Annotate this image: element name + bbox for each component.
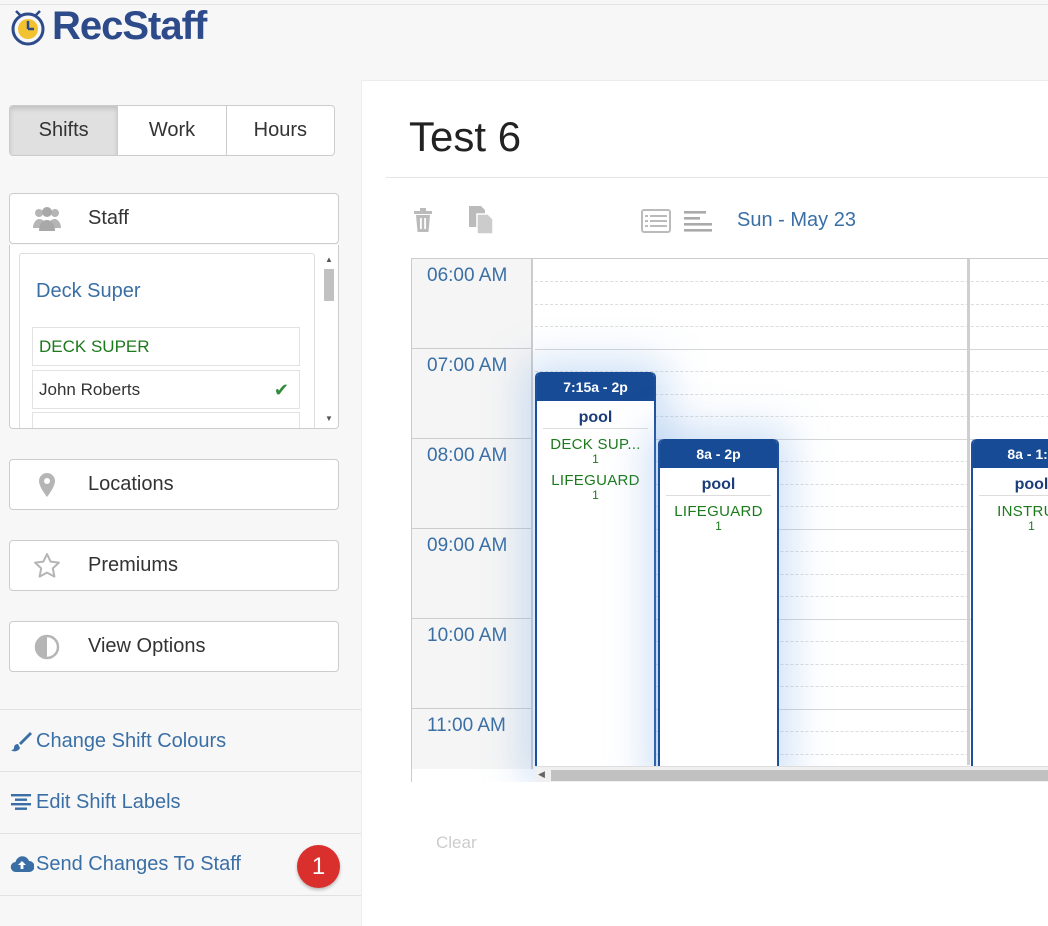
align-center-icon [10, 793, 36, 811]
shift-block[interactable]: 8a - 2p pool LIFEGUARD 1 [658, 439, 779, 779]
time-label: 06:00 AM [427, 265, 508, 286]
tab-work[interactable]: Work [118, 106, 227, 155]
paintbrush-icon [10, 730, 36, 752]
time-label: 08:00 AM [427, 445, 508, 466]
scroll-down-arrow-icon[interactable]: ▼ [325, 414, 333, 423]
pending-changes-badge: 1 [297, 845, 340, 888]
send-changes-link[interactable]: Send Changes To Staff [10, 849, 241, 879]
list-view-icon[interactable] [641, 209, 671, 238]
divider [0, 771, 361, 772]
staff-list-scrollbar[interactable]: ▲ ▼ [322, 253, 336, 425]
cloud-upload-icon [10, 855, 36, 873]
shift-position: LIFEGUARD [551, 472, 640, 489]
staff-name: John Roberts [39, 379, 141, 399]
divider [0, 895, 361, 896]
scroll-left-arrow-icon[interactable]: ◀ [538, 769, 545, 780]
shift-time: 7:15a - 2p [537, 372, 654, 401]
calendar-horizontal-scrollbar[interactable]: ◀ [535, 766, 1048, 782]
shift-position: LIFEGUARD [674, 503, 763, 520]
edit-shift-labels-label: Edit Shift Labels [36, 790, 181, 813]
time-slot: 06:00 AM [412, 259, 533, 349]
staff-panel-button[interactable]: Staff [9, 193, 339, 244]
premiums-label: Premiums [88, 554, 179, 576]
map-pin-icon [10, 472, 84, 498]
column-divider [967, 259, 970, 765]
staff-row[interactable]: John Roberts ✔ [32, 370, 300, 409]
scroll-thumb[interactable] [324, 269, 334, 301]
tab-shifts[interactable]: Shifts [10, 106, 119, 155]
view-tabs: Shifts Work Hours [9, 105, 335, 156]
time-column: 06:00 AM 07:00 AM 08:00 AM 09:00 AM 10:0… [412, 259, 533, 769]
edit-shift-labels-link[interactable]: Edit Shift Labels [10, 787, 181, 817]
time-label: 09:00 AM [427, 535, 508, 556]
shift-location: pool [666, 476, 771, 496]
view-options-label: View Options [88, 635, 206, 657]
grid-line [535, 281, 1048, 282]
time-slot: 10:00 AM [412, 619, 533, 709]
title-divider [386, 177, 1048, 178]
time-label: 07:00 AM [427, 355, 508, 376]
time-slot: 11:00 AM [412, 709, 533, 782]
change-shift-colours-label: Change Shift Colours [36, 729, 227, 752]
send-changes-label: Send Changes To Staff [36, 852, 241, 875]
staff-list: Deck Super DECK SUPER John Roberts ✔ [19, 253, 315, 428]
shift-location: pool [979, 476, 1048, 496]
recstaff-logo[interactable]: RecStaff [8, 4, 207, 48]
staff-row[interactable] [32, 412, 300, 428]
shift-position: INSTRUC [997, 503, 1048, 520]
time-slot: 08:00 AM [412, 439, 533, 529]
contrast-icon [10, 634, 84, 660]
logo-clock-icon [11, 10, 45, 46]
shift-location: pool [543, 409, 648, 429]
shift-time: 8a - 2p [660, 439, 777, 468]
grid-line [535, 304, 1048, 305]
time-label: 11:00 AM [427, 715, 506, 736]
logo-text: RecStaff [52, 4, 207, 48]
shift-position-count: 1 [1028, 519, 1035, 533]
date-selector[interactable]: Sun - May 23 [737, 209, 856, 232]
shift-position-count: 1 [592, 452, 599, 466]
divider [0, 709, 361, 710]
shift-position-count: 1 [715, 519, 722, 533]
copy-icon[interactable] [466, 205, 496, 240]
staff-list-box: Deck Super DECK SUPER John Roberts ✔ ▲ ▼ [9, 245, 339, 429]
scroll-up-arrow-icon[interactable]: ▲ [325, 255, 333, 264]
time-slot: 09:00 AM [412, 529, 533, 619]
clear-button[interactable]: Clear [436, 833, 477, 853]
shift-position-count: 1 [592, 488, 599, 502]
locations-label: Locations [88, 473, 174, 495]
day-calendar: 06:00 AM 07:00 AM 08:00 AM 09:00 AM 10:0… [411, 258, 1048, 782]
staff-group-title: Deck Super [36, 280, 141, 302]
app-root: RecStaff Shifts Work Hours Staff Deck Su… [0, 0, 1048, 926]
tab-hours[interactable]: Hours [227, 106, 334, 155]
page-title: Test 6 [409, 113, 522, 160]
trash-icon[interactable] [412, 207, 434, 238]
change-shift-colours-link[interactable]: Change Shift Colours [10, 726, 226, 756]
position-header: DECK SUPER [32, 327, 300, 366]
time-slot: 07:00 AM [412, 349, 533, 439]
staff-label: Staff [88, 207, 129, 229]
shift-position: DECK SUP... [550, 436, 641, 453]
locations-panel-button[interactable]: Locations [9, 459, 339, 510]
view-options-panel-button[interactable]: View Options [9, 621, 339, 672]
divider [0, 833, 361, 834]
shift-block[interactable]: 8a - 1:4 pool INSTRUC 1 [971, 439, 1048, 779]
premiums-panel-button[interactable]: Premiums [9, 540, 339, 591]
grid-line [535, 326, 1048, 327]
align-left-icon[interactable] [683, 210, 713, 237]
shift-time: 8a - 1:4 [973, 439, 1048, 468]
calendar-grid[interactable]: 7:15a - 2p pool DECK SUP... 1 LIFEGUARD … [535, 259, 1048, 779]
grid-line [535, 349, 1048, 350]
time-label: 10:00 AM [427, 625, 508, 646]
shift-block[interactable]: 7:15a - 2p pool DECK SUP... 1 LIFEGUARD … [535, 372, 656, 772]
scroll-thumb[interactable] [551, 770, 1048, 781]
users-icon [10, 206, 84, 232]
star-icon [10, 552, 84, 579]
checkmark-icon: ✔ [273, 380, 289, 400]
